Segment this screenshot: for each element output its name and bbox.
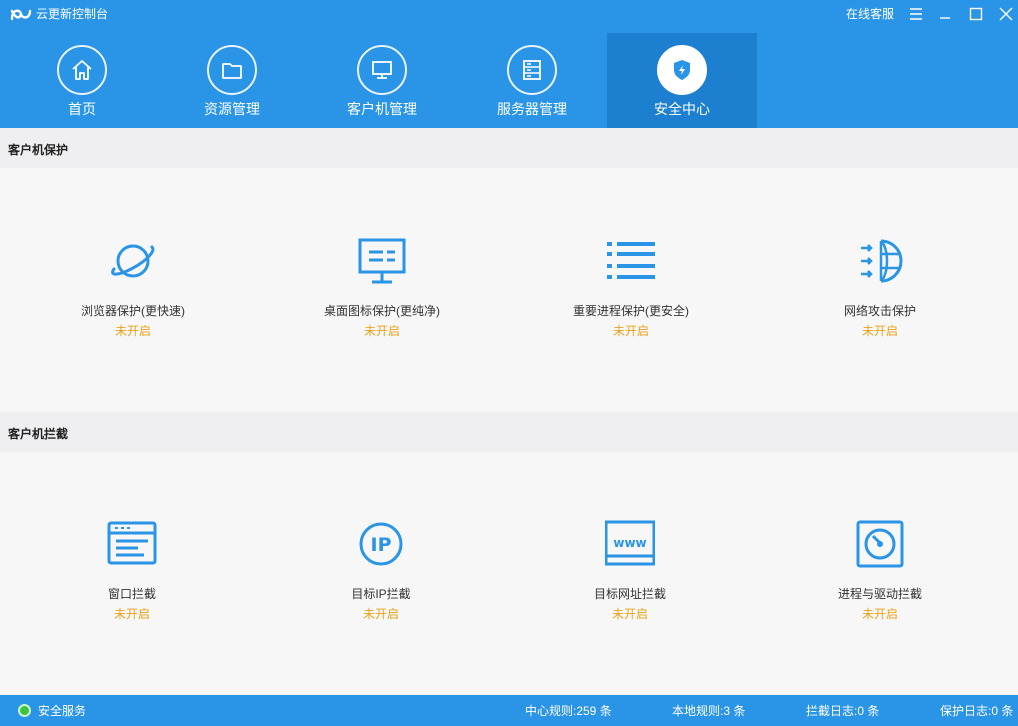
intercept-log-count[interactable]: 拦截日志:0 条 bbox=[806, 703, 879, 719]
shield-icon bbox=[657, 45, 707, 95]
ip-intercept-item[interactable]: IP 目标IP拦截 未开启 bbox=[281, 519, 481, 629]
process-protection-item[interactable]: 重要进程保护(更安全) 未开启 bbox=[531, 236, 731, 346]
network-attack-protection-status: 未开启 bbox=[861, 324, 898, 338]
maximize-icon[interactable] bbox=[966, 4, 986, 24]
center-rules-count[interactable]: 中心规则:259 条 bbox=[525, 703, 612, 719]
ip-intercept-status: 未开启 bbox=[362, 607, 399, 621]
desktop-icon-protection-item[interactable]: 桌面图标保护(更纯净) 未开启 bbox=[282, 236, 482, 346]
home-icon bbox=[57, 45, 107, 95]
tab-clients[interactable]: 客户机管理 bbox=[307, 33, 457, 128]
process-driver-intercept-label: 进程与驱动拦截 bbox=[837, 587, 922, 601]
protection-panel: 浏览器保护(更快速) 未开启 桌面图标保护(更纯净) 未开启 重要进程保护(更安… bbox=[0, 168, 1018, 412]
url-intercept-label: 目标网址拦截 bbox=[593, 587, 666, 601]
section-protection-header: 客户机保护 bbox=[0, 128, 1018, 168]
tab-resources[interactable]: 资源管理 bbox=[157, 33, 307, 128]
section-interception-title: 客户机拦截 bbox=[8, 427, 69, 441]
window-intercept-status: 未开启 bbox=[113, 607, 150, 621]
network-attack-protection-item[interactable]: 网络攻击保护 未开启 bbox=[780, 236, 980, 346]
desktop-icon-protection-label: 桌面图标保护(更纯净) bbox=[324, 304, 440, 318]
header: 云更新控制台 在线客服 首页 资源管理 客户机管理 服务器管理 安全中心 bbox=[0, 0, 1018, 128]
local-rules-count[interactable]: 本地规则:3 条 bbox=[672, 703, 745, 719]
status-bar: 安全服务 中心规则:259 条 本地规则:3 条 拦截日志:0 条 保护日志:0… bbox=[0, 695, 1018, 726]
protect-log-count[interactable]: 保护日志:0 条 bbox=[940, 703, 1013, 719]
folder-icon bbox=[207, 45, 257, 95]
window-icon bbox=[107, 521, 157, 565]
process-protection-status: 未开启 bbox=[612, 324, 649, 338]
browser-protection-item[interactable]: 浏览器保护(更快速) 未开启 bbox=[33, 236, 233, 346]
browser-planet-icon bbox=[111, 244, 155, 278]
desktop-icon-protection-status: 未开启 bbox=[363, 324, 400, 338]
monitor-icon bbox=[357, 45, 407, 95]
app-logo-icon bbox=[10, 9, 32, 21]
service-status-indicator bbox=[18, 704, 31, 717]
minimize-icon[interactable] bbox=[935, 4, 955, 24]
browser-protection-status: 未开启 bbox=[114, 324, 151, 338]
tab-home-label: 首页 bbox=[68, 101, 96, 117]
window-intercept-item[interactable]: 窗口拦截 未开启 bbox=[32, 519, 232, 629]
process-driver-intercept-status: 未开启 bbox=[861, 607, 898, 621]
browser-protection-label: 浏览器保护(更快速) bbox=[81, 304, 185, 318]
url-intercept-item[interactable]: www 目标网址拦截 未开启 bbox=[530, 519, 730, 629]
network-attack-protection-label: 网络攻击保护 bbox=[843, 304, 916, 318]
ip-icon: IP bbox=[359, 522, 403, 566]
server-icon bbox=[507, 45, 557, 95]
tab-security[interactable]: 安全中心 bbox=[607, 33, 757, 128]
tab-home[interactable]: 首页 bbox=[7, 33, 157, 128]
section-interception-header: 客户机拦截 bbox=[0, 412, 1018, 452]
tab-servers[interactable]: 服务器管理 bbox=[457, 33, 607, 128]
tab-resources-label: 资源管理 bbox=[204, 101, 260, 117]
tab-servers-label: 服务器管理 bbox=[497, 101, 567, 117]
tab-clients-label: 客户机管理 bbox=[347, 101, 417, 117]
section-protection-title: 客户机保护 bbox=[8, 143, 69, 157]
www-icon: www bbox=[605, 520, 655, 566]
window-intercept-label: 窗口拦截 bbox=[107, 587, 156, 601]
ip-intercept-label: 目标IP拦截 bbox=[351, 587, 411, 601]
security-service-label[interactable]: 安全服务 bbox=[38, 703, 86, 719]
disk-drive-icon bbox=[856, 520, 904, 568]
network-firewall-icon bbox=[861, 239, 903, 283]
close-icon[interactable] bbox=[996, 4, 1016, 24]
title-bar: 云更新控制台 在线客服 bbox=[0, 0, 1018, 28]
url-intercept-status: 未开启 bbox=[611, 607, 648, 621]
process-list-icon bbox=[607, 242, 655, 279]
interception-panel: 窗口拦截 未开启 IP 目标IP拦截 未开启 www 目标网址拦截 未开启 进程… bbox=[0, 452, 1018, 695]
menu-icon[interactable] bbox=[906, 4, 926, 24]
desktop-monitor-icon bbox=[358, 238, 406, 284]
process-protection-label: 重要进程保护(更安全) bbox=[573, 304, 689, 318]
app-title: 云更新控制台 bbox=[36, 7, 109, 21]
process-driver-intercept-item[interactable]: 进程与驱动拦截 未开启 bbox=[780, 519, 980, 629]
svg-text:IP: IP bbox=[371, 534, 392, 556]
tab-security-label: 安全中心 bbox=[654, 101, 710, 117]
online-support-link[interactable]: 在线客服 bbox=[846, 6, 894, 22]
svg-text:www: www bbox=[613, 536, 646, 550]
